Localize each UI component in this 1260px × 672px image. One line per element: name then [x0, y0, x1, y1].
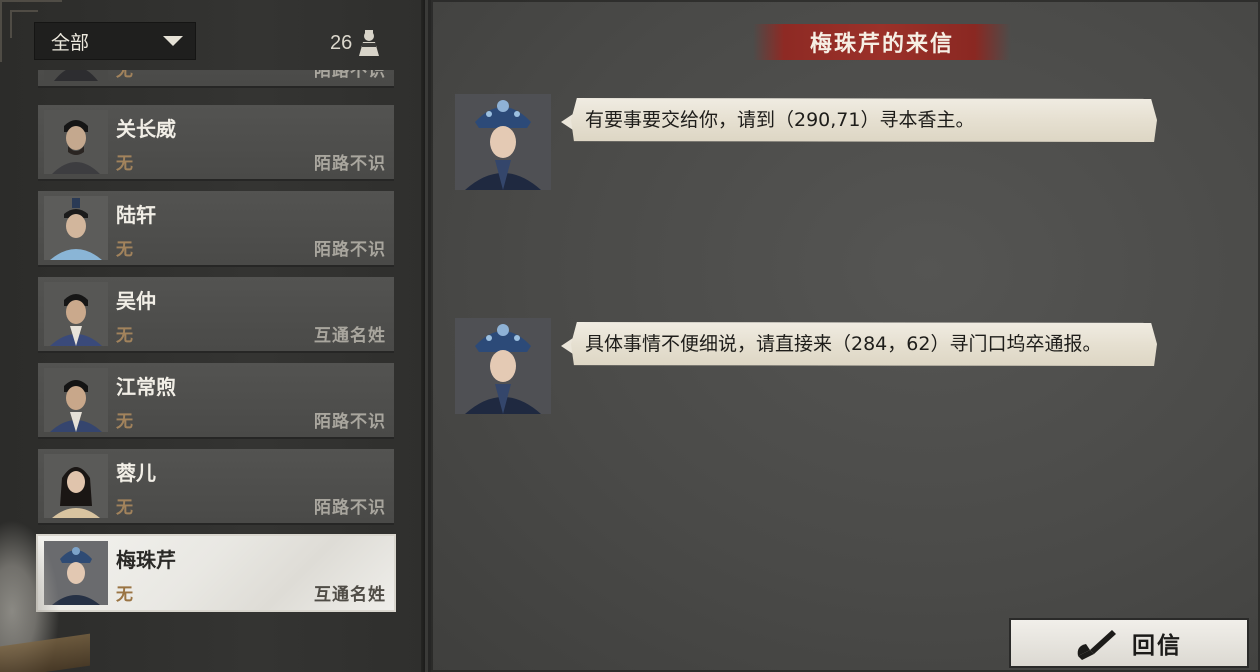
contact-count: 26 — [330, 28, 382, 58]
contact-relation: 陌路不识 — [314, 70, 386, 81]
bubble-tail — [561, 114, 573, 130]
man-portrait — [44, 368, 108, 432]
brush-icon — [1077, 630, 1116, 660]
woman-portrait — [44, 454, 108, 518]
contact-faction: 无 — [116, 326, 133, 346]
contact-relation: 陌路不识 — [314, 240, 386, 260]
contact-relation: 陌路不识 — [314, 498, 386, 518]
contact-card[interactable]: 吴仲 无 互通名姓 — [38, 277, 394, 351]
contact-faction: 无 — [116, 498, 133, 518]
contact-faction: 无 — [116, 240, 133, 260]
contact-relation: 陌路不识 — [314, 412, 386, 432]
contact-name: 陆轩 — [116, 203, 156, 227]
message-bubble: 有要事要交给你，请到（290,71）寻本香主。 — [571, 98, 1157, 142]
reply-button[interactable]: 回信 — [1009, 618, 1249, 668]
woman-portrait — [455, 318, 551, 414]
contact-count-value: 26 — [330, 31, 353, 54]
letter-title-banner: 梅珠芹的来信 — [753, 24, 1011, 60]
contact-panel: 全部 26 无 陌路不识 关长威 无 陌路不识 陆轩 无 陌路不识 吴仲 无 互… — [0, 0, 425, 672]
contact-name: 吴仲 — [116, 289, 156, 313]
letter-panel: 梅珠芹的来信 有要事要交给你，请到（290,71）寻本香主。 具体事情不便细说，… — [428, 0, 1260, 672]
letter-title: 梅珠芹的来信 — [809, 32, 954, 57]
message-bubble: 具体事情不便细说，请直接来（284，62）寻门口坞卒通报。 — [571, 322, 1157, 366]
filter-selected-label: 全部 — [51, 31, 90, 54]
contact-relation: 互通名姓 — [314, 326, 386, 346]
chevron-down-icon — [163, 36, 183, 46]
contact-name: 关长威 — [116, 117, 176, 141]
message-item: 具体事情不便细说，请直接来（284，62）寻门口坞卒通报。 — [455, 318, 1165, 418]
contact-relation: 互通名姓 — [314, 585, 386, 605]
woman-portrait — [455, 94, 551, 190]
reply-button-label: 回信 — [1132, 633, 1182, 659]
contact-card[interactable]: 陆轩 无 陌路不识 — [38, 191, 394, 265]
message-item: 有要事要交给你，请到（290,71）寻本香主。 — [455, 94, 1165, 194]
contact-list[interactable]: 无 陌路不识 关长威 无 陌路不识 陆轩 无 陌路不识 吴仲 无 互通名姓 江常… — [0, 70, 425, 672]
filter-dropdown[interactable]: 全部 — [34, 22, 196, 60]
bubble-tail — [561, 338, 573, 354]
contact-card[interactable]: 蓉儿 无 陌路不识 — [38, 449, 394, 523]
contact-faction: 无 — [116, 154, 133, 174]
contact-relation: 陌路不识 — [314, 154, 386, 174]
man-portrait — [44, 196, 108, 260]
contact-card[interactable]: 关长威 无 陌路不识 — [38, 105, 394, 179]
contact-faction: 无 — [116, 412, 133, 432]
man-portrait — [44, 110, 108, 174]
man-portrait — [44, 282, 108, 346]
contact-name: 蓉儿 — [116, 461, 156, 485]
person-icon — [359, 30, 380, 56]
contact-name: 江常煦 — [116, 375, 176, 399]
contact-card[interactable]: 无 陌路不识 — [38, 70, 394, 86]
contact-card-selected[interactable]: 梅珠芹 无 互通名姓 — [38, 536, 394, 610]
man-portrait — [44, 70, 108, 81]
contact-card[interactable]: 江常煦 无 陌路不识 — [38, 363, 394, 437]
contact-faction: 无 — [116, 70, 133, 81]
contact-name: 梅珠芹 — [116, 548, 176, 572]
contact-faction: 无 — [116, 585, 133, 605]
